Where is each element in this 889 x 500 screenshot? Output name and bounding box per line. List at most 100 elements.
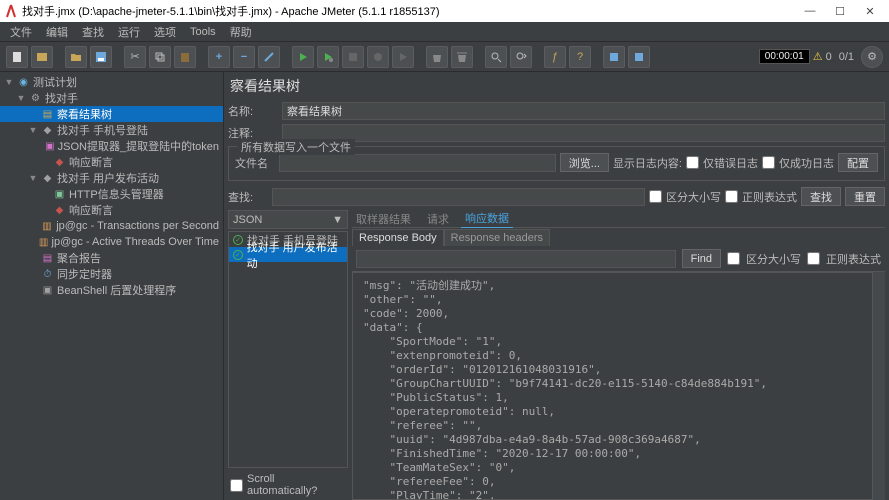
tab-request[interactable]: 请求 (423, 210, 453, 228)
start-notimers-icon[interactable] (317, 46, 339, 68)
tree-header-mgr[interactable]: ▣HTTP信息头管理器 (0, 186, 223, 202)
help-tb-icon[interactable]: ? (569, 46, 591, 68)
menu-file[interactable]: 文件 (4, 22, 38, 42)
menu-search[interactable]: 查找 (76, 22, 110, 42)
scrollbar[interactable] (873, 272, 885, 500)
clear-all-icon[interactable] (451, 46, 473, 68)
tab-sampler-result[interactable]: 取样器结果 (352, 210, 415, 228)
search-button[interactable]: 查找 (801, 187, 841, 206)
tree-threadgroup[interactable]: ▼⚙找对手 (0, 90, 223, 106)
regex-checkbox[interactable] (725, 190, 738, 203)
ok-icon: ✓ (233, 250, 243, 260)
response-body[interactable]: "msg": "活动创建成功", "other": "", "code": 20… (352, 272, 873, 500)
minimize-button[interactable]: — (795, 2, 825, 20)
open-icon[interactable] (65, 46, 87, 68)
errors-only-label: 仅错误日志 (703, 155, 758, 171)
tree-view-results[interactable]: ▤察看结果树 (0, 106, 223, 122)
window-title: 找对手.jmx (D:\apache-jmeter-5.1.1\bin\找对手.… (22, 3, 795, 19)
renderer-combo[interactable]: JSON ▼ (228, 210, 348, 229)
subtab-headers[interactable]: Response headers (444, 229, 550, 246)
case-label: 区分大小写 (666, 189, 721, 205)
cut-icon[interactable]: ✂ (124, 46, 146, 68)
app-logo (4, 4, 18, 18)
regex-label: 正则表达式 (742, 189, 797, 205)
tree-sampler-login[interactable]: ▼◆找对手 手机号登陆 (0, 122, 223, 138)
search-label: 查找: (228, 189, 268, 205)
expand-icon[interactable]: + (208, 46, 230, 68)
remote-start-icon[interactable] (392, 46, 414, 68)
titlebar: 找对手.jmx (D:\apache-jmeter-5.1.1\bin\找对手.… (0, 0, 889, 22)
stop-icon[interactable] (342, 46, 364, 68)
tb-icon-a[interactable] (603, 46, 625, 68)
tree-json-extractor[interactable]: ▣JSON提取器_提取登陆中的token (0, 138, 223, 154)
sampler-row[interactable]: ✓找对手 用户发布活动 (229, 247, 347, 262)
subtab-body[interactable]: Response Body (352, 229, 444, 246)
samplers-list[interactable]: ✓找对手 手机号登陆 ✓找对手 用户发布活动 (228, 231, 348, 468)
tree-assert-2[interactable]: ◆响应断言 (0, 202, 223, 218)
tree-sync-timer[interactable]: ⏱同步定时器 (0, 266, 223, 282)
function-icon[interactable]: ƒ (544, 46, 566, 68)
tree-aggregate[interactable]: ▤聚合报告 (0, 250, 223, 266)
tree-sampler-publish[interactable]: ▼◆找对手 用户发布活动 (0, 170, 223, 186)
panel-title: 察看结果树 (228, 72, 885, 100)
new-icon[interactable] (6, 46, 28, 68)
paste-icon[interactable] (174, 46, 196, 68)
reset-search-icon[interactable] (510, 46, 532, 68)
tb-icon-b[interactable] (628, 46, 650, 68)
configure-button[interactable]: 配置 (838, 153, 878, 172)
collapse-icon[interactable]: − (233, 46, 255, 68)
browse-button[interactable]: 浏览... (560, 153, 609, 172)
result-tabs: 取样器结果 请求 响应数据 (352, 210, 885, 228)
search-input[interactable] (272, 188, 645, 206)
tree-tps[interactable]: ▥jp@gc - Transactions per Second (0, 218, 223, 234)
tab-response-data[interactable]: 响应数据 (461, 210, 513, 229)
start-icon[interactable] (292, 46, 314, 68)
errors-only-checkbox[interactable] (686, 156, 699, 169)
find-regex-label: 正则表达式 (826, 251, 881, 267)
save-icon[interactable] (90, 46, 112, 68)
test-plan-tree[interactable]: ▼◉测试计划 ▼⚙找对手 ▤察看结果树 ▼◆找对手 手机号登陆 ▣JSON提取器… (0, 72, 224, 500)
file-legend: 所有数据写入一个文件 (237, 139, 355, 155)
close-button[interactable]: ✕ (855, 2, 885, 20)
menu-options[interactable]: 选项 (148, 22, 182, 42)
comment-input[interactable] (282, 124, 885, 142)
tree-assert-1[interactable]: ◆响应断言 (0, 154, 223, 170)
search-tb-icon[interactable] (485, 46, 507, 68)
filename-label: 文件名 (235, 155, 275, 171)
menubar: 文件 编辑 查找 运行 选项 Tools 帮助 (0, 22, 889, 42)
find-button[interactable]: Find (682, 249, 721, 268)
response-subtabs: Response Body Response headers (352, 228, 885, 246)
tree-testplan[interactable]: ▼◉测试计划 (0, 74, 223, 90)
name-input[interactable] (282, 102, 885, 120)
log-content-label: 显示日志内容: (613, 155, 682, 171)
menu-edit[interactable]: 编辑 (40, 22, 74, 42)
scroll-auto-checkbox[interactable] (230, 479, 243, 492)
maximize-button[interactable]: ☐ (825, 2, 855, 20)
renderer-value: JSON (233, 214, 262, 226)
tree-active-threads[interactable]: ▥jp@gc - Active Threads Over Time (0, 234, 223, 250)
success-only-checkbox[interactable] (762, 156, 775, 169)
find-case-label: 区分大小写 (746, 251, 801, 267)
menu-run[interactable]: 运行 (112, 22, 146, 42)
clear-icon[interactable] (426, 46, 448, 68)
tree-beanshell[interactable]: ▣BeanShell 后置处理程序 (0, 282, 223, 298)
scroll-auto-label: Scroll automatically? (247, 473, 346, 497)
find-regex-checkbox[interactable] (807, 252, 820, 265)
templates-icon[interactable] (31, 46, 53, 68)
gear-icon[interactable]: ⚙ (861, 46, 883, 68)
find-input[interactable] (356, 250, 676, 268)
case-checkbox[interactable] (649, 190, 662, 203)
menu-help[interactable]: 帮助 (224, 22, 258, 42)
shutdown-icon[interactable] (367, 46, 389, 68)
toolbar: ✂ + − ƒ ? 00:00:01 ⚠ 0 0/1 ⚙ (0, 42, 889, 72)
find-case-checkbox[interactable] (727, 252, 740, 265)
copy-icon[interactable] (149, 46, 171, 68)
filename-input[interactable] (279, 154, 556, 172)
file-fieldset: 所有数据写入一个文件 文件名 浏览... 显示日志内容: 仅错误日志 仅成功日志… (228, 146, 885, 181)
warning-count: 0 (826, 51, 832, 63)
name-label: 名称: (228, 103, 278, 119)
reset-button[interactable]: 重置 (845, 187, 885, 206)
toggle-icon[interactable] (258, 46, 280, 68)
warning-icon[interactable]: ⚠ (813, 50, 823, 63)
menu-tools[interactable]: Tools (184, 24, 222, 40)
